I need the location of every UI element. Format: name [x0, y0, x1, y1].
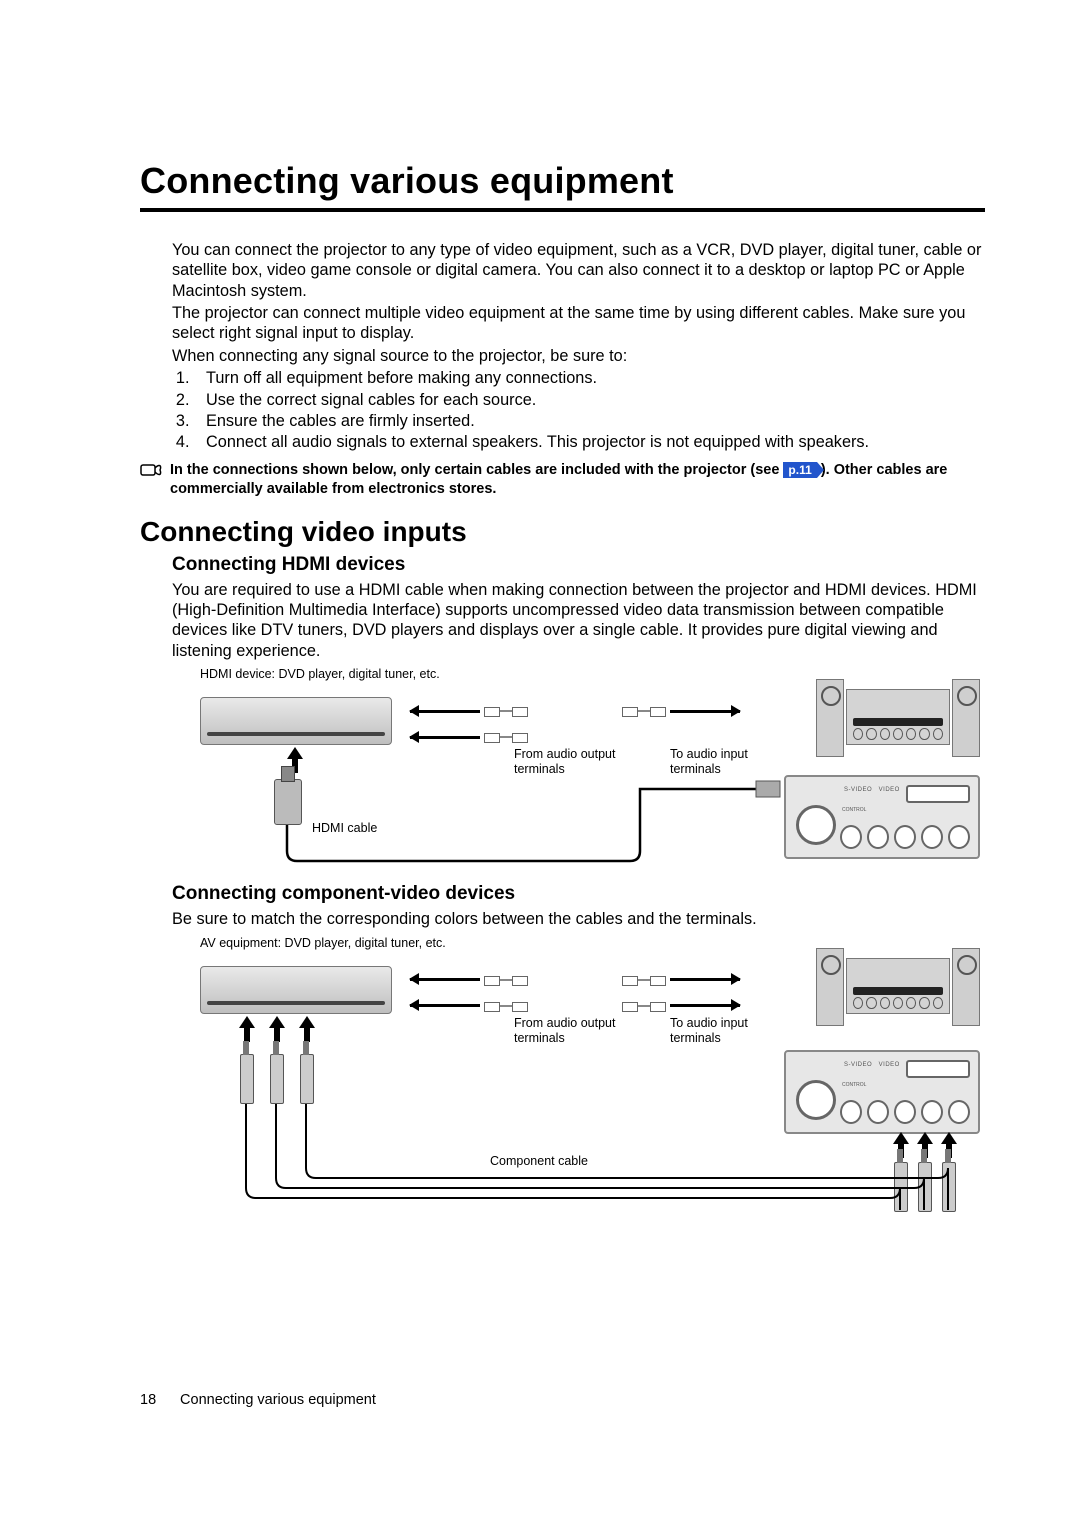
note-text: In the connections shown below, only cer… — [170, 461, 985, 500]
step-1: Turn off all equipment before making any… — [194, 368, 985, 388]
component-cable-label: Component cable — [490, 1154, 588, 1169]
steps-list: Turn off all equipment before making any… — [172, 368, 985, 452]
page-title: Connecting various equipment — [140, 160, 985, 202]
to-audio-label: To audio input terminals — [670, 1016, 770, 1046]
rca-plug-icon — [918, 1162, 932, 1212]
page-ref-tag: p.11 — [783, 462, 816, 478]
page-number: 18 — [140, 1392, 176, 1408]
intro-paragraph-2: The projector can connect multiple video… — [172, 303, 985, 344]
intro-paragraph-1: You can connect the projector to any typ… — [172, 240, 985, 301]
audio-link-icon — [410, 970, 740, 1016]
component-diagram: AV equipment: DVD player, digital tuner,… — [200, 936, 980, 1210]
hdmi-plug-icon — [274, 779, 302, 825]
from-audio-label: From audio output terminals — [514, 747, 634, 777]
hdmi-cable-label: HDMI cable — [312, 821, 377, 836]
stereo-system-icon — [816, 679, 980, 755]
from-audio-label: From audio output terminals — [514, 1016, 634, 1046]
section-heading: Connecting video inputs — [140, 516, 985, 548]
intro-block: You can connect the projector to any typ… — [172, 240, 985, 453]
stereo-system-icon — [816, 948, 980, 1024]
step-2: Use the correct signal cables for each s… — [194, 390, 985, 410]
intro-paragraph-3: When connecting any signal source to the… — [172, 346, 985, 366]
hdmi-diagram: HDMI device: DVD player, digital tuner, … — [200, 667, 980, 865]
step-4: Connect all audio signals to external sp… — [194, 432, 985, 452]
arrow-up-icon — [240, 1016, 254, 1042]
audio-link-icon — [410, 701, 740, 747]
note-row: In the connections shown below, only cer… — [140, 461, 985, 500]
source-device-icon — [200, 966, 392, 1014]
to-audio-label: To audio input terminals — [670, 747, 770, 777]
hdmi-paragraph: You are required to use a HDMI cable whe… — [172, 580, 985, 661]
component-paragraph: Be sure to match the corresponding color… — [172, 909, 985, 929]
note-icon — [140, 462, 164, 485]
page-footer: 18 Connecting various equipment — [140, 1392, 376, 1408]
subsection-component: Connecting component-video devices — [172, 883, 985, 905]
title-rule — [140, 208, 985, 212]
projector-panel-icon: S-VIDEO VIDEO CONTROL — [784, 1050, 980, 1134]
source-device-icon — [200, 697, 392, 745]
projector-panel-icon: S-VIDEO VIDEO CONTROL — [784, 775, 980, 859]
rca-plug-icon — [894, 1162, 908, 1212]
arrow-up-icon — [300, 1016, 314, 1042]
subsection-hdmi: Connecting HDMI devices — [172, 554, 985, 576]
rca-plug-icon — [270, 1054, 284, 1104]
footer-text: Connecting various equipment — [180, 1392, 376, 1408]
rca-plug-icon — [942, 1162, 956, 1212]
step-3: Ensure the cables are firmly inserted. — [194, 411, 985, 431]
arrow-up-icon — [270, 1016, 284, 1042]
rca-plug-icon — [300, 1054, 314, 1104]
rca-plug-icon — [240, 1054, 254, 1104]
